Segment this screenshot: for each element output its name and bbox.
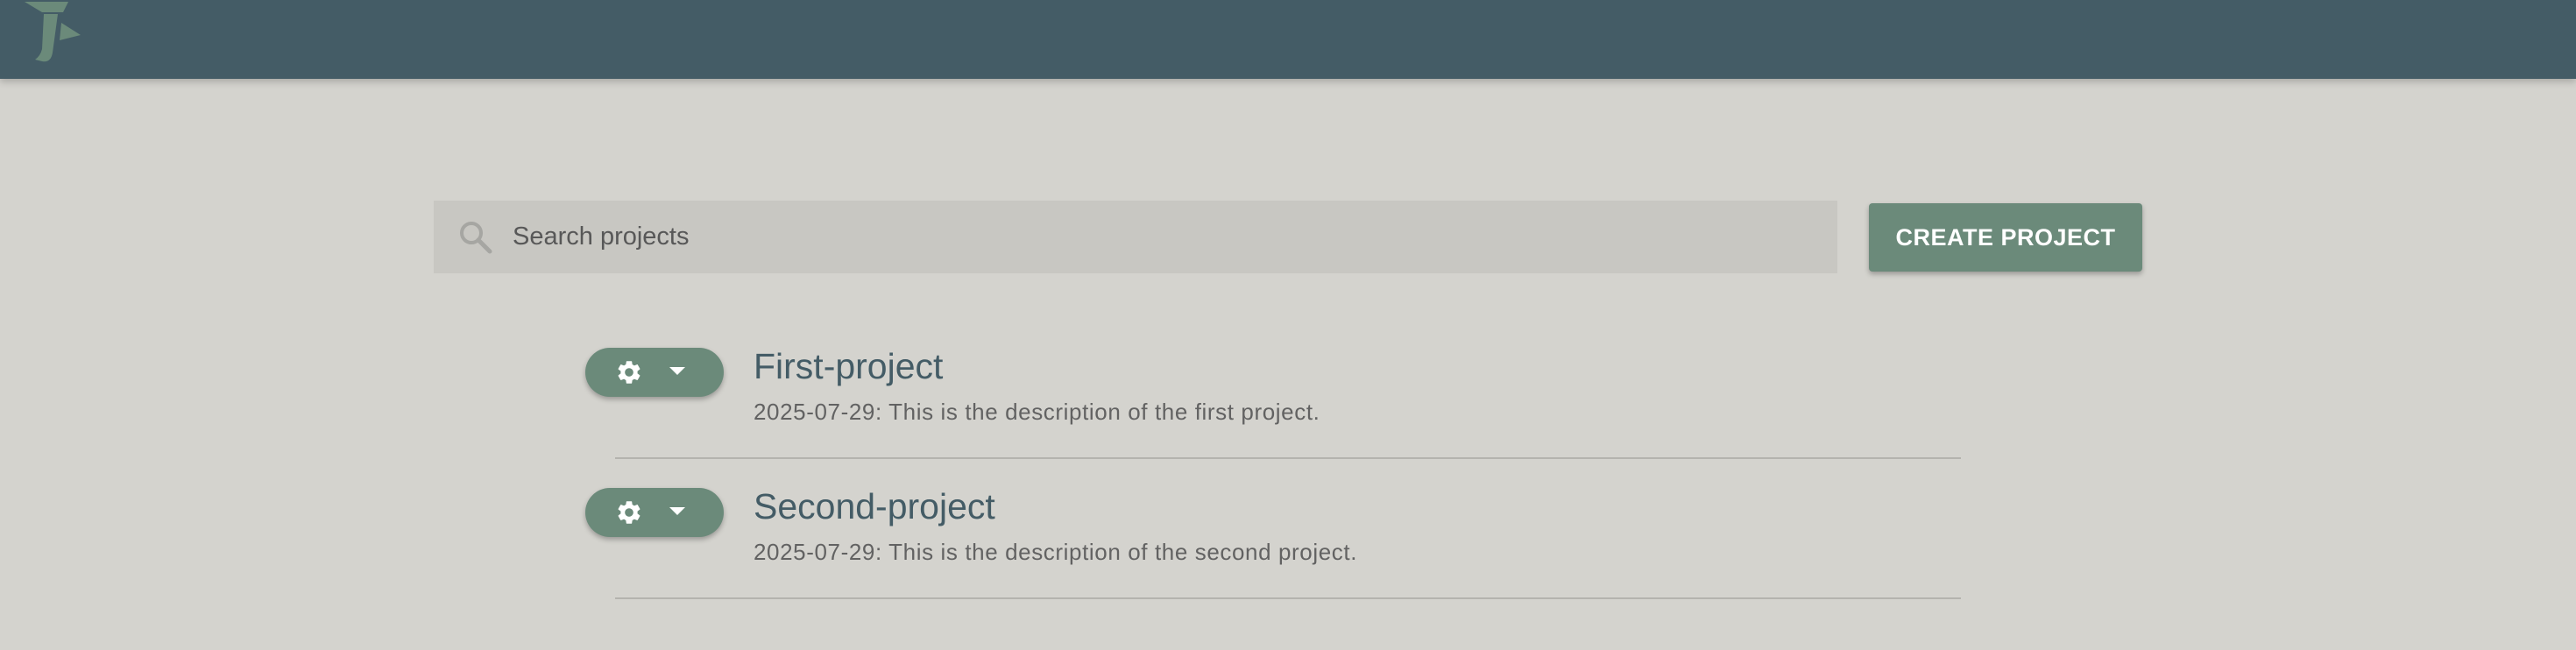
chevron-down-icon (669, 507, 685, 515)
create-project-button[interactable]: CREATE PROJECT (1869, 203, 2142, 272)
app-logo-icon[interactable] (19, 0, 95, 68)
chevron-down-icon (669, 367, 685, 375)
project-title[interactable]: Second-project (754, 486, 995, 527)
gear-icon (618, 501, 640, 524)
project-item: First-project 2025-07-29: This is the de… (585, 346, 1961, 488)
search-icon (460, 222, 492, 254)
project-menu-button[interactable] (585, 348, 724, 397)
divider (615, 457, 1961, 459)
search-input[interactable] (513, 201, 1809, 273)
project-item: Second-project 2025-07-29: This is the d… (585, 486, 1961, 628)
project-title[interactable]: First-project (754, 346, 943, 387)
search-bar[interactable] (434, 201, 1837, 273)
project-description: 2025-07-29: This is the description of t… (754, 399, 1320, 425)
project-menu-button[interactable] (585, 488, 724, 537)
gear-icon (618, 361, 640, 384)
divider (615, 597, 1961, 599)
top-app-bar (0, 0, 2576, 79)
project-description: 2025-07-29: This is the description of t… (754, 539, 1358, 565)
